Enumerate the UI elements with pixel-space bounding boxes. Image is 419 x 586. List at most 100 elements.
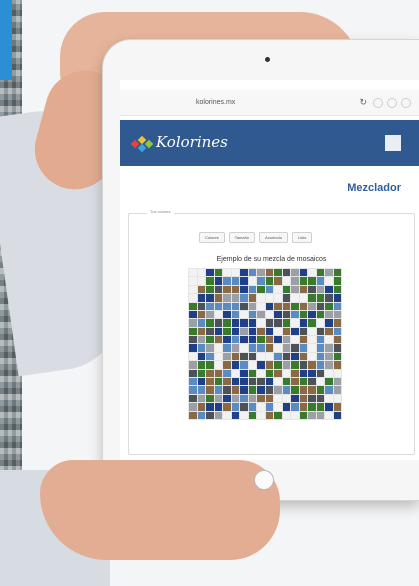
mosaic-tile	[189, 403, 197, 411]
mosaic-tile	[214, 344, 222, 352]
mosaic-tile	[299, 394, 307, 403]
done-button[interactable]: Listo	[291, 232, 313, 243]
mosaic-tile	[333, 336, 341, 344]
mosaic-tile	[214, 302, 222, 310]
reload-icon[interactable]: ↻	[359, 97, 367, 108]
mosaic-tile	[240, 361, 248, 369]
mosaic-tile	[189, 319, 197, 327]
mosaic-tile	[325, 336, 333, 344]
mosaic-tile	[206, 361, 214, 369]
mosaic-tile	[325, 285, 333, 294]
menu-button[interactable]	[385, 135, 401, 151]
mosaic-tile	[274, 411, 282, 419]
mosaic-tile	[197, 319, 205, 327]
mosaic-tile	[206, 285, 214, 294]
mosaic-tile	[197, 352, 205, 361]
mixer-panel: Tus colores Colores Tamaño Acomodo Listo…	[128, 209, 415, 455]
mosaic-tile	[291, 352, 299, 361]
mosaic-tile	[333, 403, 341, 411]
mosaic-tile	[248, 277, 256, 285]
browser-url[interactable]: kolorines.mx	[196, 99, 235, 106]
tablet-home-button[interactable]	[254, 470, 274, 490]
mosaic-tile	[299, 336, 307, 344]
mosaic-tile	[308, 310, 316, 319]
mosaic-tile	[248, 386, 256, 394]
mosaic-tile	[265, 294, 273, 302]
colors-button[interactable]: Colores	[199, 232, 225, 243]
mosaic-tile	[231, 277, 239, 285]
mosaic-tile	[214, 403, 222, 411]
mosaic-tile	[308, 336, 316, 344]
mosaic-tile	[282, 285, 290, 294]
mosaic-tile	[206, 336, 214, 344]
mosaic-tile	[257, 294, 265, 302]
mosaic-tile	[325, 302, 333, 310]
mosaic-tile	[257, 344, 265, 352]
mosaic-tile	[248, 327, 256, 336]
mosaic-tile	[299, 269, 307, 277]
mosaic-tile	[248, 378, 256, 386]
brand-logo-text[interactable]: Kolorines	[156, 133, 228, 151]
mosaic-tile	[197, 277, 205, 285]
mosaic-tile	[265, 336, 273, 344]
mosaic-tile	[206, 344, 214, 352]
arrangement-button[interactable]: Acomodo	[259, 232, 288, 243]
mosaic-tile	[308, 327, 316, 336]
mosaic-tile	[189, 378, 197, 386]
mosaic-tile	[291, 369, 299, 378]
mosaic-tile	[299, 285, 307, 294]
mosaic-tile	[223, 378, 231, 386]
mosaic-tile	[231, 403, 239, 411]
background-blue-panel	[0, 0, 12, 80]
mosaic-tile	[308, 403, 316, 411]
mosaic-tile	[282, 277, 290, 285]
mosaic-tile	[214, 352, 222, 361]
mosaic-tile	[325, 327, 333, 336]
browser-address-bar[interactable]: kolorines.mx ↻	[120, 90, 419, 116]
mosaic-tile	[299, 327, 307, 336]
mosaic-tile	[299, 378, 307, 386]
tabs-icon[interactable]	[401, 97, 411, 108]
mosaic-tile	[316, 336, 324, 344]
mosaic-tile	[197, 327, 205, 336]
mosaic-tile	[214, 269, 222, 277]
mosaic-tile	[282, 294, 290, 302]
mosaic-tile	[206, 327, 214, 336]
mosaic-tile	[231, 302, 239, 310]
mosaic-tile	[240, 302, 248, 310]
mosaic-tile	[240, 327, 248, 336]
mosaic-tile	[325, 403, 333, 411]
mosaic-tile	[333, 302, 341, 310]
mosaic-tile	[325, 277, 333, 285]
mosaic-tile	[223, 269, 231, 277]
add-tab-icon[interactable]	[387, 97, 397, 108]
mosaic-tile	[248, 319, 256, 327]
mosaic-tile	[299, 361, 307, 369]
mosaic-tile	[197, 403, 205, 411]
mosaic-tile	[257, 327, 265, 336]
mosaic-tile	[189, 386, 197, 394]
mosaic-tile	[223, 352, 231, 361]
mosaic-tile	[231, 294, 239, 302]
mosaic-tile	[197, 269, 205, 277]
mosaic-tile	[274, 327, 282, 336]
site-header: Kolorines	[120, 120, 419, 166]
mosaic-tile	[299, 403, 307, 411]
mosaic-tile	[299, 386, 307, 394]
mosaic-tile	[248, 336, 256, 344]
mosaic-tile	[257, 302, 265, 310]
size-button[interactable]: Tamaño	[228, 232, 256, 243]
mosaic-tile	[308, 302, 316, 310]
mosaic-tile	[316, 394, 324, 403]
mosaic-tile	[333, 352, 341, 361]
share-icon[interactable]	[373, 97, 383, 108]
mosaic-tile	[325, 352, 333, 361]
status-bar	[120, 80, 419, 90]
mosaic-tile	[248, 302, 256, 310]
mosaic-tile	[240, 386, 248, 394]
mosaic-tile	[265, 411, 273, 419]
mosaic-tile	[316, 319, 324, 327]
mosaic-tile	[206, 269, 214, 277]
mosaic-tile	[308, 378, 316, 386]
mosaic-tile	[291, 336, 299, 344]
